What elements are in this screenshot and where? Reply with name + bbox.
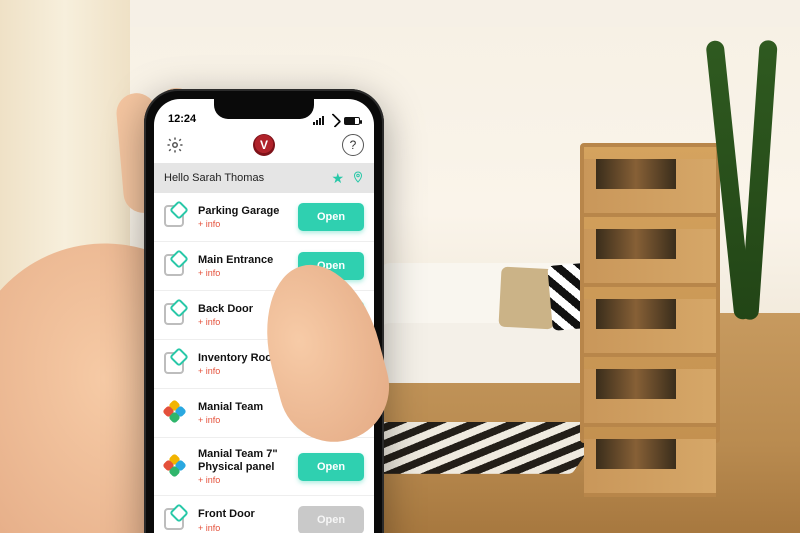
scene-living-room: 12:24 V	[0, 0, 800, 533]
entry-info-link[interactable]: + info	[198, 475, 288, 485]
entry-row: Parking Garage+ info Open	[154, 193, 374, 242]
entry-title: Front Door	[198, 508, 288, 521]
app-bar: V ?	[154, 127, 374, 163]
team-icon	[164, 401, 188, 425]
team-icon	[164, 455, 188, 479]
door-icon	[164, 254, 188, 278]
phone-notch	[214, 99, 314, 119]
open-button[interactable]: Open	[298, 453, 364, 481]
brand-logo: V	[253, 134, 275, 156]
entry-row: Manial Team 7" Physical panel + info Open	[154, 438, 374, 496]
plant-decor	[680, 40, 800, 320]
help-button[interactable]: ?	[342, 134, 364, 156]
help-icon: ?	[350, 138, 357, 152]
greeting-bar: Hello Sarah Thomas ★	[154, 163, 374, 193]
door-icon	[164, 303, 188, 327]
entry-info-link[interactable]: + info	[198, 219, 288, 229]
location-pin-icon	[352, 170, 364, 184]
entry-text: Main Entrance+ info	[198, 254, 288, 279]
entry-text: Front Door + info	[198, 508, 288, 533]
entry-title: Main Entrance	[198, 254, 288, 267]
open-button[interactable]: Open	[298, 203, 364, 231]
entry-info-link[interactable]: + info	[198, 268, 288, 278]
favorites-button[interactable]: ★	[331, 170, 344, 187]
status-time: 12:24	[168, 113, 196, 125]
open-button: Open	[298, 506, 364, 533]
entry-text: Parking Garage+ info	[198, 205, 288, 230]
brand-logo-letter: V	[260, 138, 268, 152]
entry-title: Parking Garage	[198, 205, 288, 218]
battery-icon	[344, 117, 360, 125]
cellular-signal-icon	[313, 116, 324, 125]
wifi-icon	[328, 116, 340, 125]
gear-icon	[166, 136, 184, 154]
star-icon: ★	[331, 170, 344, 186]
entry-title: Manial Team 7" Physical panel	[198, 448, 288, 473]
entry-text: Manial Team+ info	[198, 401, 288, 426]
door-icon	[164, 205, 188, 229]
location-button[interactable]	[352, 170, 364, 184]
hand-decor: 12:24 V	[0, 63, 390, 533]
settings-button[interactable]	[164, 134, 186, 156]
door-icon	[164, 352, 188, 376]
entry-info-link[interactable]: + info	[198, 415, 288, 425]
entry-info-link[interactable]: + info	[198, 523, 288, 533]
door-icon	[164, 508, 188, 532]
entry-text: Manial Team 7" Physical panel + info	[198, 448, 288, 485]
entry-title: Manial Team	[198, 401, 288, 414]
entry-row: Front Door + info Open	[154, 496, 374, 533]
greeting-text: Hello Sarah Thomas	[164, 172, 264, 184]
